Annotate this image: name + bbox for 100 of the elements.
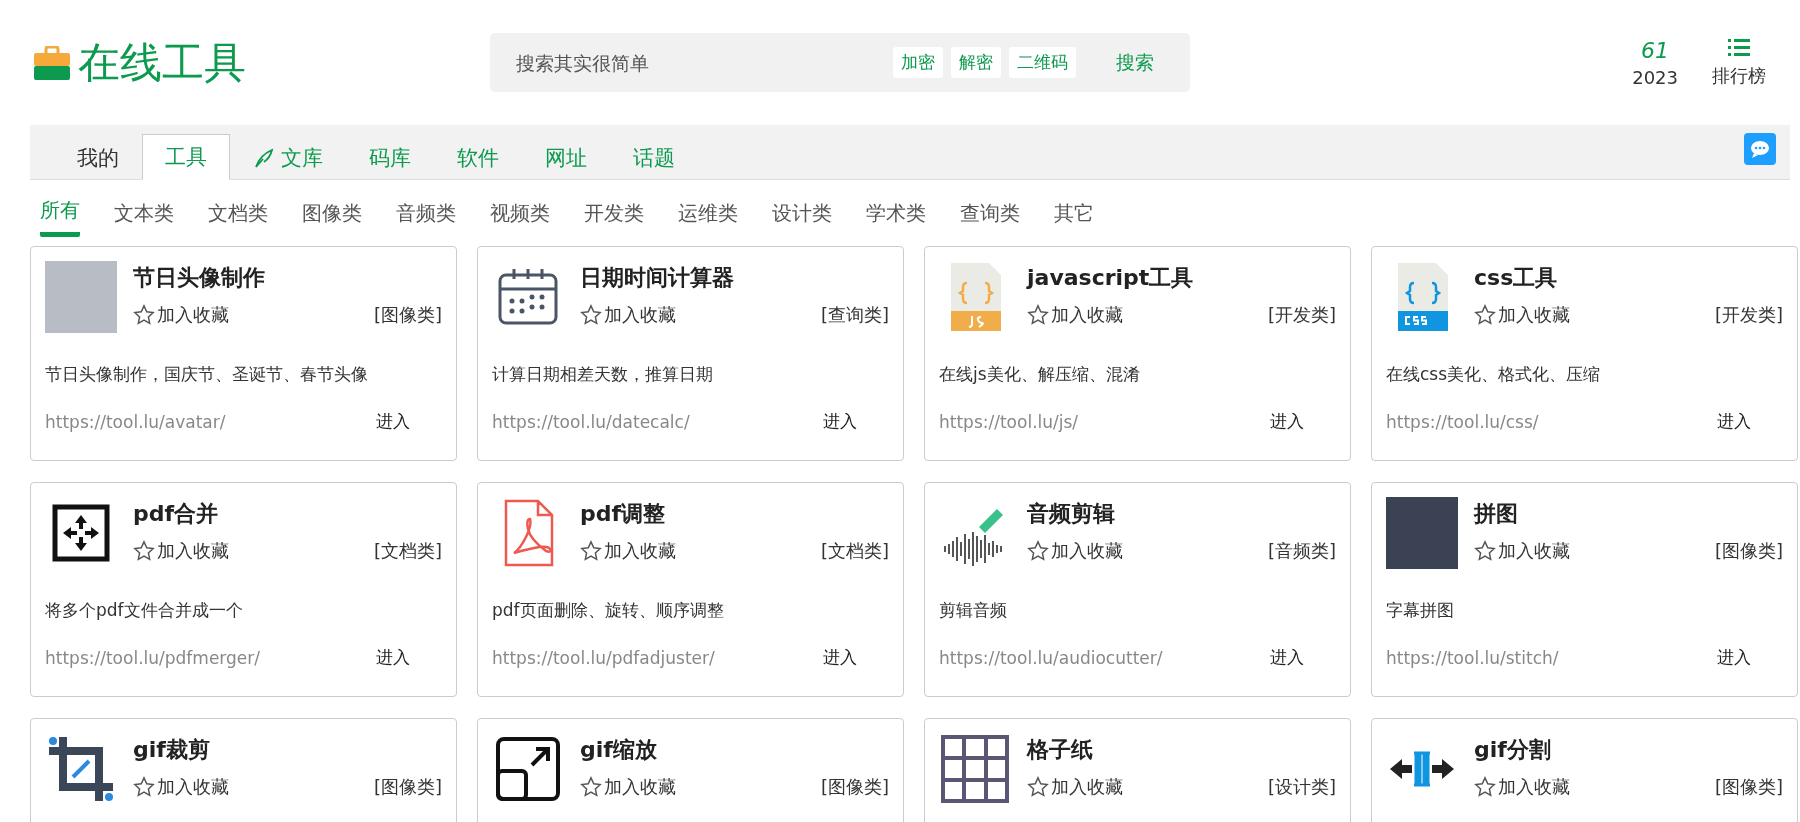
tool-url[interactable]: https://tool.lu/js/ — [939, 411, 1270, 432]
favorite-button[interactable]: 加入收藏 — [1474, 539, 1570, 563]
photo-placeholder — [1386, 497, 1458, 569]
tool-title[interactable]: css工具 — [1474, 263, 1783, 293]
search-field[interactable]: 搜索其实很简单 加密 解密 二维码 搜索 — [490, 33, 1190, 92]
star-icon — [580, 776, 602, 798]
star-icon — [1474, 304, 1496, 326]
star-icon — [1474, 540, 1496, 562]
tool-title[interactable]: 拼图 — [1474, 499, 1783, 529]
star-icon — [580, 304, 602, 326]
list-icon[interactable] — [1728, 37, 1750, 58]
category-label: [图像类] — [1714, 539, 1783, 563]
tool-title[interactable]: gif分割 — [1474, 735, 1783, 765]
category-tab[interactable]: 视频类 — [490, 191, 550, 235]
tool-description: 在线js美化、解压缩、混淆 — [939, 363, 1141, 386]
enter-link[interactable]: 进入 — [1270, 646, 1304, 669]
quick-link[interactable]: 二维码 — [1009, 47, 1076, 78]
tool-url[interactable]: https://tool.lu/avatar/ — [45, 411, 376, 432]
favorite-button[interactable]: 加入收藏 — [133, 303, 229, 327]
tool-title[interactable]: 音频剪辑 — [1027, 499, 1336, 529]
tool-title[interactable]: gif裁剪 — [133, 735, 442, 765]
category-label: [图像类] — [373, 775, 442, 799]
category-tab[interactable]: 文档类 — [208, 191, 268, 235]
tool-title[interactable]: 日期时间计算器 — [580, 263, 889, 293]
favorite-button[interactable]: 加入收藏 — [580, 303, 676, 327]
tool-description: 将多个pdf文件合并成一个 — [45, 599, 244, 622]
category-tab[interactable]: 查询类 — [960, 191, 1020, 235]
chat-icon[interactable] — [1744, 133, 1776, 165]
star-icon — [1027, 776, 1049, 798]
category-tab[interactable]: 音频类 — [396, 191, 456, 235]
category-tab[interactable]: 开发类 — [584, 191, 644, 235]
tool-url[interactable]: https://tool.lu/css/ — [1386, 411, 1717, 432]
star-icon — [133, 776, 155, 798]
tool-description: 在线css美化、格式化、压缩 — [1386, 363, 1602, 386]
tool-title[interactable]: pdf合并 — [133, 499, 442, 529]
favorite-button[interactable]: 加入收藏 — [133, 775, 229, 799]
category-label: [查询类] — [820, 303, 889, 327]
star-icon — [133, 540, 155, 562]
favorite-button[interactable]: 加入收藏 — [580, 775, 676, 799]
favorite-button[interactable]: 加入收藏 — [1027, 303, 1123, 327]
category-tab[interactable]: 运维类 — [678, 191, 738, 235]
tool-url[interactable]: https://tool.lu/pdfmerger/ — [45, 647, 376, 668]
category-tab[interactable]: 图像类 — [302, 191, 362, 235]
enter-link[interactable]: 进入 — [376, 646, 410, 669]
favorite-button[interactable]: 加入收藏 — [1474, 303, 1570, 327]
nav-tab[interactable]: 工具 — [142, 134, 230, 180]
category-label: [开发类] — [1267, 303, 1336, 327]
category-label: [文档类] — [820, 539, 889, 563]
tool-url[interactable]: https://tool.lu/audiocutter/ — [939, 647, 1270, 668]
enter-link[interactable]: 进入 — [823, 646, 857, 669]
tool-description: 节日头像制作，国庆节、圣诞节、春节头像 — [45, 363, 369, 386]
enter-link[interactable]: 进入 — [1270, 410, 1304, 433]
tool-title[interactable]: pdf调整 — [580, 499, 889, 529]
tool-description: pdf页面删除、旋转、顺序调整 — [492, 599, 725, 622]
star-icon — [133, 304, 155, 326]
category-label: [图像类] — [820, 775, 889, 799]
quick-link[interactable]: 加密 — [893, 47, 943, 78]
tool-title[interactable]: 格子纸 — [1027, 735, 1336, 765]
category-tab[interactable]: 设计类 — [772, 191, 832, 235]
tool-url[interactable]: https://tool.lu/stitch/ — [1386, 647, 1717, 668]
category-label: [图像类] — [373, 303, 442, 327]
star-icon — [1027, 540, 1049, 562]
favorite-button[interactable]: 加入收藏 — [580, 539, 676, 563]
favorite-button[interactable]: 加入收藏 — [133, 539, 229, 563]
tool-title[interactable]: gif缩放 — [580, 735, 889, 765]
briefcase-icon — [34, 45, 70, 80]
category-tab[interactable]: 其它 — [1054, 191, 1094, 235]
enter-link[interactable]: 进入 — [1717, 410, 1751, 433]
tool-title[interactable]: javascript工具 — [1027, 263, 1336, 293]
site-title[interactable]: 在线工具 — [78, 34, 246, 91]
favorite-button[interactable]: 加入收藏 — [1474, 775, 1570, 799]
year-label: 2023 — [1632, 66, 1678, 88]
favorite-button[interactable]: 加入收藏 — [1027, 775, 1123, 799]
category-label: [音频类] — [1267, 539, 1336, 563]
quick-link[interactable]: 解密 — [951, 47, 1001, 78]
category-label: [图像类] — [1714, 775, 1783, 799]
category-label: [开发类] — [1714, 303, 1783, 327]
enter-link[interactable]: 进入 — [1717, 646, 1751, 669]
category-label: [设计类] — [1267, 775, 1336, 799]
tool-description: 计算日期相差天数，推算日期 — [492, 363, 714, 386]
star-icon — [1027, 304, 1049, 326]
category-tab[interactable]: 所有 — [40, 189, 80, 237]
ranking-link[interactable]: 排行榜 — [1712, 63, 1766, 88]
favorite-button[interactable]: 加入收藏 — [1027, 539, 1123, 563]
tool-title[interactable]: 节日头像制作 — [133, 263, 442, 293]
enter-link[interactable]: 进入 — [823, 410, 857, 433]
tool-count: 61 — [1641, 37, 1670, 63]
tool-url[interactable]: https://tool.lu/pdfadjuster/ — [492, 647, 823, 668]
category-label: [文档类] — [373, 539, 442, 563]
category-tab[interactable]: 学术类 — [866, 191, 926, 235]
photo-placeholder — [45, 261, 117, 333]
tool-description: 剪辑音频 — [939, 599, 1008, 622]
enter-link[interactable]: 进入 — [376, 410, 410, 433]
star-icon — [1474, 776, 1496, 798]
tool-url[interactable]: https://tool.lu/datecalc/ — [492, 411, 823, 432]
nav-tab[interactable]: 我的 — [54, 135, 142, 180]
grid-icon — [939, 733, 1011, 805]
category-tab[interactable]: 文本类 — [114, 191, 174, 235]
star-icon — [580, 540, 602, 562]
feather-icon — [253, 147, 275, 169]
